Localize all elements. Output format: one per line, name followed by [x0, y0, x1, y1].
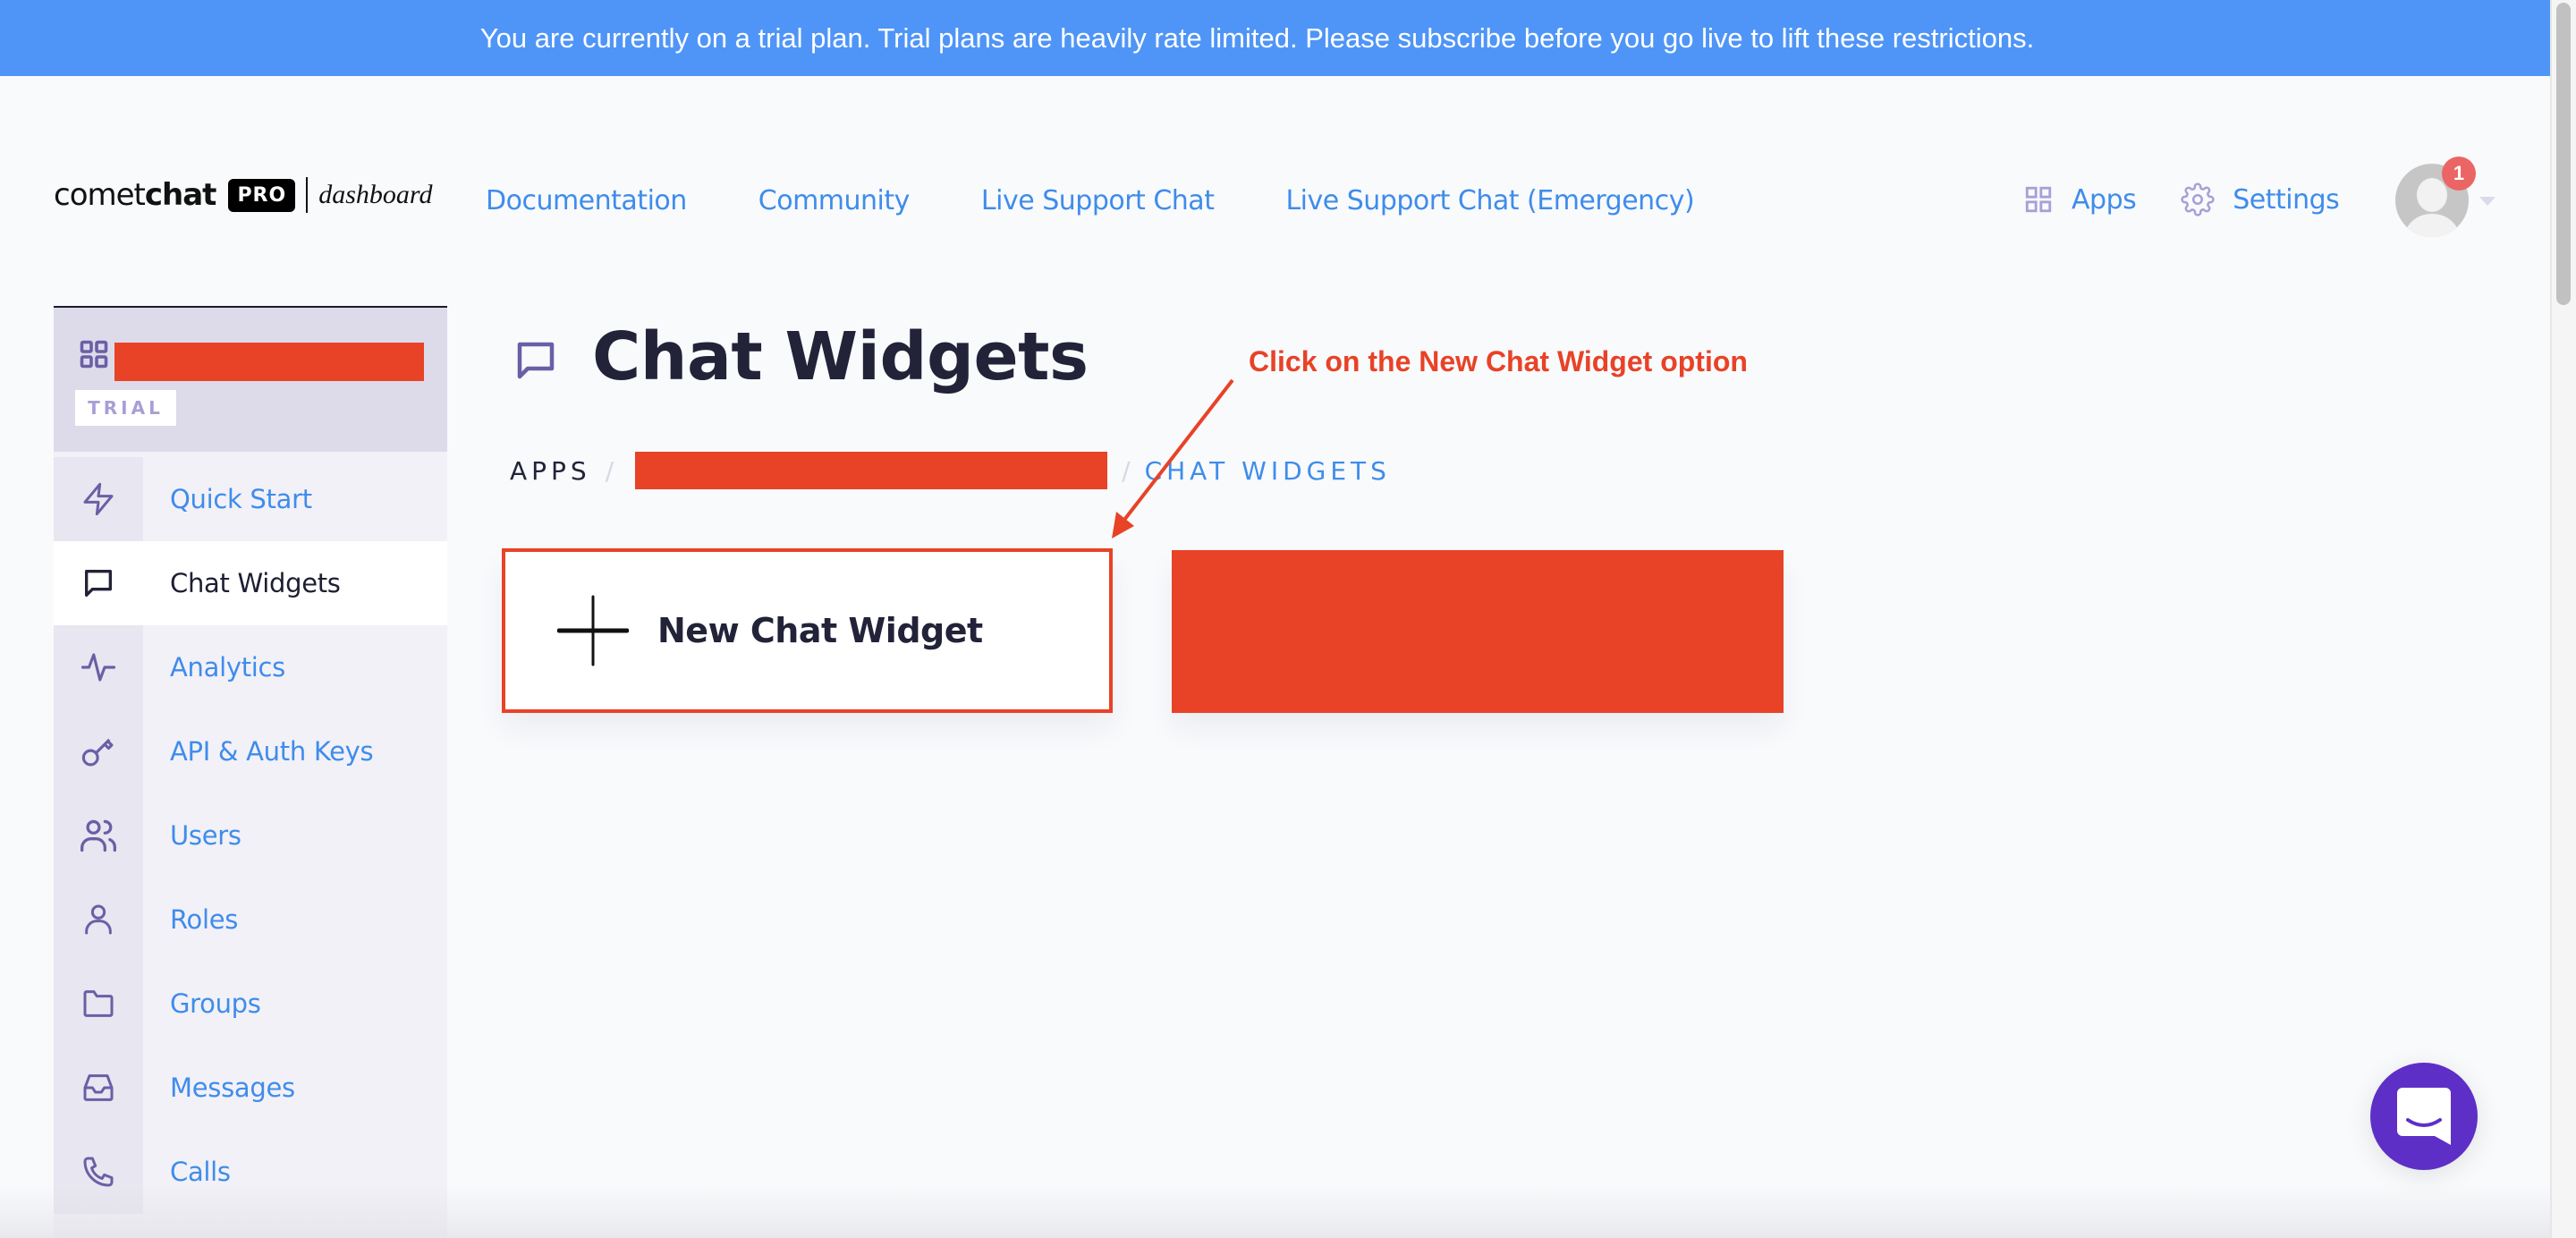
sidebar-item-label: Chat Widgets	[170, 568, 341, 598]
trial-badge: TRIAL	[75, 390, 176, 426]
scrollbar-thumb[interactable]	[2556, 3, 2571, 305]
sidebar-item-api-auth-keys[interactable]: API & Auth Keys	[54, 709, 447, 793]
chat-bubble-icon	[85, 570, 113, 597]
logo-dashboard-text: dashboard	[318, 180, 433, 209]
logo-divider	[306, 177, 309, 213]
new-chat-widget-label: New Chat Widget	[657, 611, 983, 650]
lightning-icon	[83, 482, 114, 516]
settings-label: Settings	[2233, 183, 2340, 216]
app-switcher[interactable]: TRIAL	[54, 306, 447, 452]
redacted-breadcrumb-app[interactable]	[635, 452, 1108, 489]
header-right: Apps Settings	[2023, 182, 2340, 216]
nav-live-support-chat[interactable]: Live Support Chat	[981, 185, 1215, 216]
sidebar-item-label: Quick Start	[170, 484, 312, 514]
notification-badge: 1	[2442, 157, 2476, 191]
sidebar-item-label: Calls	[170, 1157, 231, 1187]
nav-documentation[interactable]: Documentation	[486, 185, 687, 216]
plus-icon	[557, 595, 629, 666]
cometchat-logo[interactable]: cometchat PRO dashboard	[54, 177, 432, 213]
logo-pro-badge: PRO	[228, 178, 296, 212]
sidebar-menu: Quick Start Chat Widgets Analytics API &…	[54, 457, 447, 1214]
redacted-widget-card[interactable]	[1172, 550, 1784, 713]
chat-bubble-icon	[517, 342, 555, 379]
phone-icon	[83, 1157, 114, 1187]
sidebar-item-roles[interactable]: Roles	[54, 878, 447, 962]
sidebar-item-users[interactable]: Users	[54, 793, 447, 878]
breadcrumb-separator: /	[1122, 455, 1131, 486]
key-icon	[81, 738, 114, 767]
sidebar: TRIAL Quick Start Chat Widgets Analytics…	[54, 306, 447, 1238]
trial-banner: You are currently on a trial plan. Trial…	[0, 0, 2550, 76]
folder-icon	[83, 990, 114, 1017]
grid-icon	[80, 340, 108, 369]
sidebar-item-groups[interactable]: Groups	[54, 962, 447, 1046]
sidebar-item-label: Users	[170, 820, 242, 851]
breadcrumb: APPS / / CHAT WIDGETS	[510, 452, 1391, 489]
support-chat-launcher[interactable]	[2370, 1063, 2478, 1170]
user-avatar-button[interactable]: 1	[2395, 157, 2476, 241]
new-chat-widget-button[interactable]: New Chat Widget	[502, 548, 1113, 713]
grid-icon	[2025, 186, 2052, 213]
trial-banner-text: You are currently on a trial plan. Trial…	[479, 21, 2035, 54]
sidebar-item-chat-widgets[interactable]: Chat Widgets	[54, 541, 447, 625]
sidebar-item-analytics[interactable]: Analytics	[54, 625, 447, 709]
breadcrumb-apps[interactable]: APPS	[510, 456, 591, 486]
intercom-icon	[2397, 1088, 2451, 1145]
page-title: Chat Widgets	[592, 318, 1089, 395]
sidebar-item-label: Analytics	[170, 652, 285, 683]
annotation-text: Click on the New Chat Widget option	[1249, 345, 1748, 377]
nav-live-support-emergency[interactable]: Live Support Chat (Emergency)	[1285, 185, 1694, 216]
sidebar-item-label: Messages	[170, 1073, 295, 1103]
sidebar-item-label: API & Auth Keys	[170, 736, 374, 767]
sidebar-item-messages[interactable]: Messages	[54, 1046, 447, 1130]
apps-link[interactable]: Apps	[2023, 183, 2137, 216]
breadcrumb-separator: /	[605, 455, 614, 486]
logo-wordmark: cometchat	[54, 177, 216, 213]
nav-community[interactable]: Community	[758, 185, 911, 216]
redacted-app-name	[114, 343, 424, 381]
settings-link[interactable]: Settings	[2181, 182, 2340, 216]
sidebar-item-label: Groups	[170, 988, 261, 1019]
breadcrumb-current: CHAT WIDGETS	[1144, 455, 1391, 486]
user-icon	[85, 904, 112, 935]
top-nav: Documentation Community Live Support Cha…	[486, 185, 1695, 216]
sidebar-item-calls[interactable]: Calls	[54, 1130, 447, 1214]
apps-label: Apps	[2072, 183, 2137, 216]
sidebar-item-label: Roles	[170, 904, 239, 935]
inbox-icon	[83, 1074, 114, 1101]
users-icon	[80, 819, 116, 852]
gear-icon	[2181, 182, 2215, 216]
sidebar-item-quick-start[interactable]: Quick Start	[54, 457, 447, 541]
chevron-down-icon[interactable]	[2479, 197, 2496, 206]
activity-icon	[80, 653, 116, 682]
